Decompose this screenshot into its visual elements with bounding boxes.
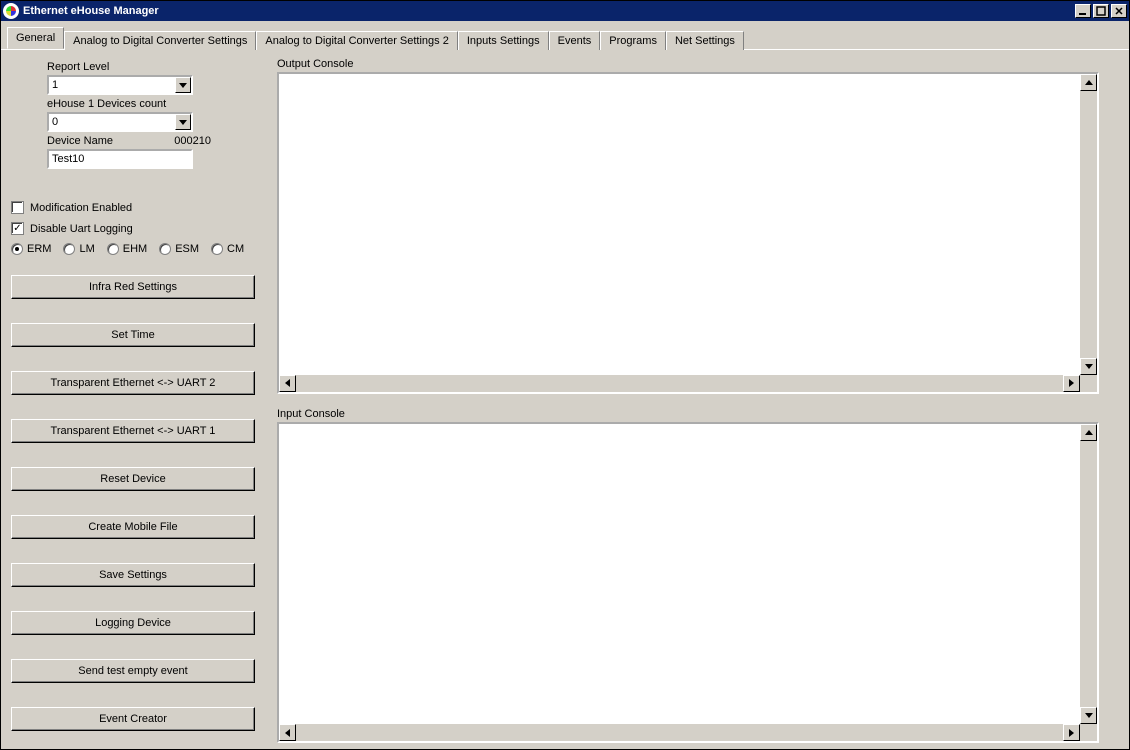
scroll-corner: [1080, 375, 1097, 392]
fields-group: Report Level eHouse 1 Devices count Devi…: [11, 56, 263, 169]
right-column: Output Console Input Console: [263, 56, 1119, 743]
transparent-ethernet-uart-2-button[interactable]: Transparent Ethernet <-> UART 2: [11, 371, 255, 395]
horizontal-scrollbar[interactable]: [279, 375, 1097, 392]
radio-ehm[interactable]: EHM: [107, 243, 147, 255]
device-name-row: Device Name 000210: [47, 135, 263, 147]
devices-count-label: eHouse 1 Devices count: [47, 98, 263, 110]
report-level-select[interactable]: [47, 75, 193, 95]
modification-enabled-checkbox[interactable]: Modification Enabled: [11, 201, 263, 214]
send-test-empty-event-button[interactable]: Send test empty event: [11, 659, 255, 683]
input-console-label: Input Console: [277, 408, 1099, 420]
scroll-down-icon[interactable]: [1080, 707, 1097, 724]
tab-adc-settings-2[interactable]: Analog to Digital Converter Settings 2: [256, 31, 457, 50]
disable-uart-label: Disable Uart Logging: [30, 223, 133, 235]
minimize-button[interactable]: [1075, 4, 1091, 18]
radio-esm-label: ESM: [175, 243, 199, 255]
scroll-right-icon[interactable]: [1063, 375, 1080, 392]
output-console-label: Output Console: [277, 58, 1099, 70]
output-console[interactable]: [277, 72, 1099, 394]
chevron-down-icon[interactable]: [175, 114, 191, 130]
radio-erm-label: ERM: [27, 243, 51, 255]
scroll-up-icon[interactable]: [1080, 74, 1097, 91]
window-controls: [1075, 4, 1127, 18]
scroll-corner: [1080, 724, 1097, 741]
titlebar: Ethernet eHouse Manager: [1, 1, 1129, 21]
radio-ehm-label: EHM: [123, 243, 147, 255]
checkbox-group: Modification Enabled ✓ Disable Uart Logg…: [11, 193, 263, 235]
checkbox-icon: ✓: [11, 222, 24, 235]
scroll-left-icon[interactable]: [279, 724, 296, 741]
tabstrip: General Analog to Digital Converter Sett…: [1, 21, 1129, 50]
device-name-input[interactable]: [47, 149, 193, 169]
app-window: Ethernet eHouse Manager General Analog t…: [0, 0, 1130, 750]
checkbox-icon: [11, 201, 24, 214]
tab-inputs-settings[interactable]: Inputs Settings: [458, 31, 549, 50]
save-settings-button[interactable]: Save Settings: [11, 563, 255, 587]
radio-lm[interactable]: LM: [63, 243, 94, 255]
close-button[interactable]: [1111, 4, 1127, 18]
maximize-button[interactable]: [1093, 4, 1109, 18]
scroll-right-icon[interactable]: [1063, 724, 1080, 741]
tab-general[interactable]: General: [7, 27, 64, 49]
horizontal-scrollbar[interactable]: [279, 724, 1097, 741]
app-icon: [3, 3, 19, 19]
create-mobile-file-button[interactable]: Create Mobile File: [11, 515, 255, 539]
radio-dot-icon: [15, 247, 19, 251]
radio-icon: [63, 243, 75, 255]
infra-red-settings-button[interactable]: Infra Red Settings: [11, 275, 255, 299]
radio-erm[interactable]: ERM: [11, 243, 51, 255]
checkmark-icon: ✓: [13, 224, 21, 234]
devices-count-select[interactable]: [47, 112, 193, 132]
event-creator-button[interactable]: Event Creator: [11, 707, 255, 731]
reset-device-button[interactable]: Reset Device: [11, 467, 255, 491]
left-column: Report Level eHouse 1 Devices count Devi…: [11, 56, 263, 743]
vertical-scrollbar[interactable]: [1080, 74, 1097, 375]
mode-radio-group: ERM LM EHM ESM CM: [11, 243, 263, 255]
tab-adc-settings[interactable]: Analog to Digital Converter Settings: [64, 31, 256, 50]
tab-events[interactable]: Events: [549, 31, 601, 50]
radio-icon: [211, 243, 223, 255]
device-name-label: Device Name: [47, 135, 113, 147]
chevron-down-icon[interactable]: [175, 77, 191, 93]
radio-cm-label: CM: [227, 243, 244, 255]
radio-cm[interactable]: CM: [211, 243, 244, 255]
tab-programs[interactable]: Programs: [600, 31, 666, 50]
tab-net-settings[interactable]: Net Settings: [666, 31, 744, 50]
transparent-ethernet-uart-1-button[interactable]: Transparent Ethernet <-> UART 1: [11, 419, 255, 443]
scroll-up-icon[interactable]: [1080, 424, 1097, 441]
radio-icon: [159, 243, 171, 255]
vertical-scrollbar[interactable]: [1080, 424, 1097, 725]
devices-count-input[interactable]: [47, 112, 193, 132]
device-code: 000210: [174, 135, 211, 147]
set-time-button[interactable]: Set Time: [11, 323, 255, 347]
window-title: Ethernet eHouse Manager: [23, 5, 1075, 17]
logging-device-button[interactable]: Logging Device: [11, 611, 255, 635]
report-level-label: Report Level: [47, 61, 263, 73]
disable-uart-checkbox[interactable]: ✓ Disable Uart Logging: [11, 222, 263, 235]
tab-content: Report Level eHouse 1 Devices count Devi…: [1, 50, 1129, 749]
scroll-down-icon[interactable]: [1080, 358, 1097, 375]
radio-icon: [11, 243, 23, 255]
radio-lm-label: LM: [79, 243, 94, 255]
report-level-input[interactable]: [47, 75, 193, 95]
radio-esm[interactable]: ESM: [159, 243, 199, 255]
button-stack: Infra Red Settings Set Time Transparent …: [11, 275, 263, 731]
modification-enabled-label: Modification Enabled: [30, 202, 132, 214]
radio-icon: [107, 243, 119, 255]
scroll-left-icon[interactable]: [279, 375, 296, 392]
input-console[interactable]: [277, 422, 1099, 744]
